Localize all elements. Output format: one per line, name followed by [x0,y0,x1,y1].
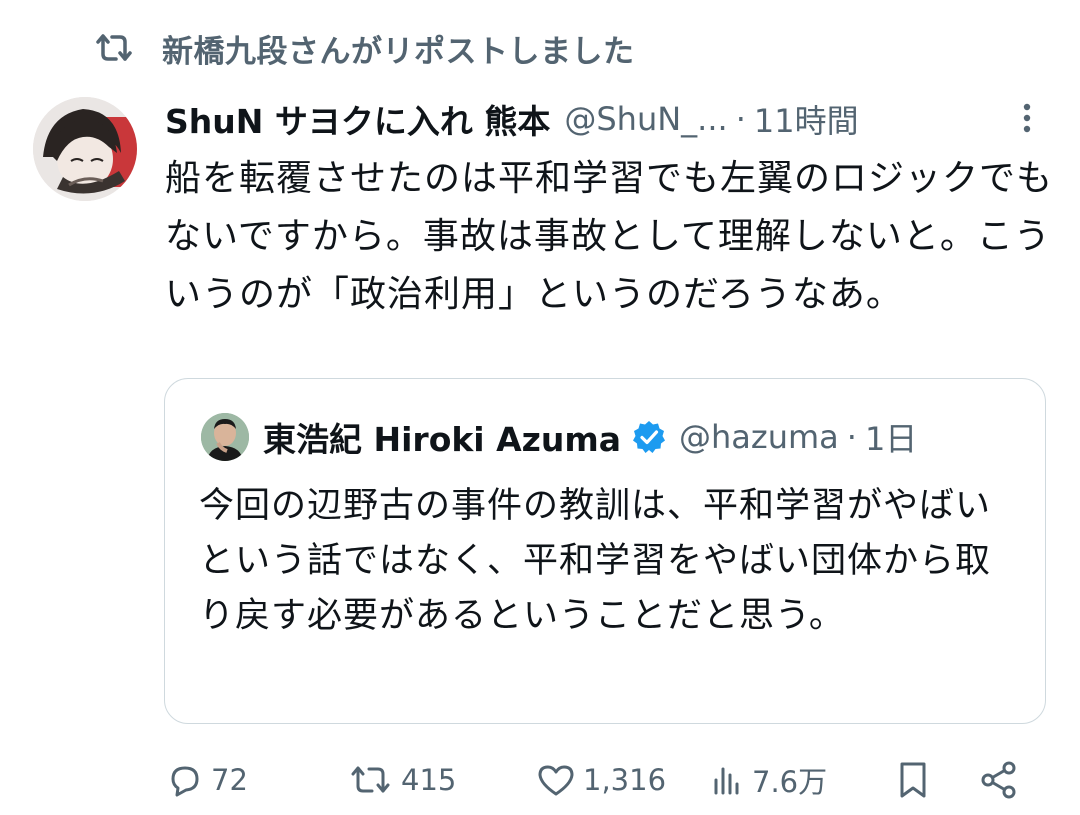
separator-dot: · [735,100,746,138]
repost-count: 415 [401,763,457,797]
author-handle[interactable]: @ShuN_... [564,100,727,138]
quoted-tweet-card[interactable]: 東浩紀 Hiroki Azuma @hazuma · 1日 今回の辺野古の事件の… [164,378,1046,724]
bookmark-button[interactable] [893,752,933,808]
reply-button[interactable]: 72 [165,752,248,808]
verified-badge-icon [631,419,667,455]
repost-button[interactable]: 415 [347,752,456,808]
like-count: 1,316 [583,763,667,797]
quoted-tweet-text: 今回の辺野古の事件の教訓は、平和学習がやばいという話ではなく、平和学習をやばい団… [199,486,992,636]
tweet-text: 船を転覆させたのは平和学習でも左翼のロジックでもないですから。事故は事故として理… [165,158,1054,315]
quoted-author-avatar[interactable] [201,413,249,461]
more-options-icon[interactable] [1010,98,1044,138]
author-display-name[interactable]: ShuN サヨクに入れ 熊本 [165,95,550,143]
tweet-timestamp[interactable]: 11時間 [754,96,859,142]
quoted-author-handle[interactable]: @hazuma [679,418,839,456]
quoted-tweet-timestamp[interactable]: 1日 [865,414,917,460]
heart-icon [535,760,577,800]
repost-label: 新橋九段さんがリポストしました [162,33,635,70]
quoted-tweet-header: 東浩紀 Hiroki Azuma @hazuma · 1日 [201,409,917,465]
repost-header[interactable]: 新橋九段さんがリポストしました [92,24,635,72]
tweet-header: ShuN サヨクに入れ 熊本 @ShuN_... · 11時間 [165,94,1055,144]
analytics-icon [710,760,746,800]
views-count: 7.6万 [752,765,828,799]
share-button[interactable] [977,752,1021,808]
tweet-action-bar: 72 415 1,316 7.6万 [165,752,1035,808]
quoted-author-display-name[interactable]: 東浩紀 Hiroki Azuma [263,413,621,461]
repost-icon [347,760,395,800]
reply-icon [165,760,205,800]
share-icon [977,758,1021,802]
bookmark-icon [893,758,933,802]
repost-icon [92,30,136,66]
reply-count: 72 [211,763,248,797]
quoted-separator-dot: · [846,418,857,456]
views-button[interactable]: 7.6万 [710,752,827,808]
author-avatar[interactable] [33,97,137,201]
like-button[interactable]: 1,316 [535,752,666,808]
